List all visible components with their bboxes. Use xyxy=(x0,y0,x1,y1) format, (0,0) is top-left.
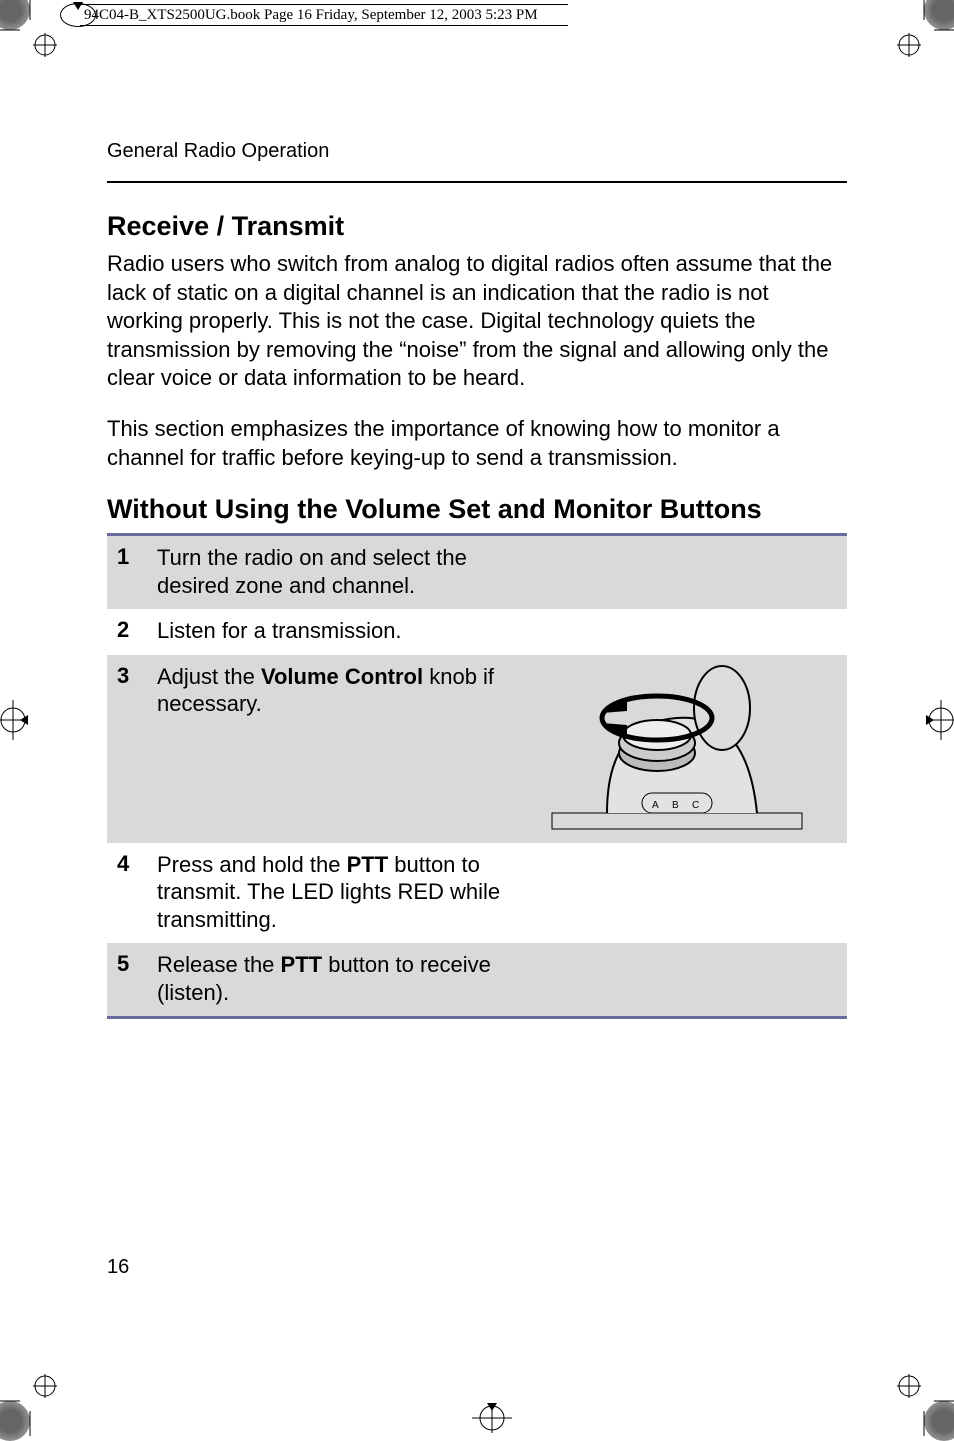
step-number: 2 xyxy=(117,617,157,645)
step-row: 1 Turn the radio on and select the desir… xyxy=(107,536,847,609)
crop-mark-icon xyxy=(0,1366,65,1436)
body-paragraph: This section emphasizes the importance o… xyxy=(107,415,847,472)
page-number: 16 xyxy=(107,1256,129,1279)
side-crop-icon xyxy=(0,690,28,750)
svg-text:B: B xyxy=(672,800,679,811)
step-text: Turn the radio on and select the desired… xyxy=(157,544,537,599)
steps-table: 1 Turn the radio on and select the desir… xyxy=(107,533,847,1019)
step-text: Release the PTT button to receive (liste… xyxy=(157,951,537,1006)
step-row: 5 Release the PTT button to receive (lis… xyxy=(107,943,847,1016)
step-number: 4 xyxy=(117,851,157,934)
svg-text:C: C xyxy=(692,800,699,811)
step-text: Listen for a transmission. xyxy=(157,617,537,645)
svg-text:A: A xyxy=(652,800,659,811)
section-title-without-using: Without Using the Volume Set and Monitor… xyxy=(107,494,847,525)
step-number: 3 xyxy=(117,663,157,833)
step-text: Press and hold the PTT button to transmi… xyxy=(157,851,537,934)
step-number: 5 xyxy=(117,951,157,1006)
side-crop-icon xyxy=(926,690,954,750)
bottom-crop-icon xyxy=(462,1403,522,1433)
divider xyxy=(107,181,847,183)
volume-knob-illustration: A B C xyxy=(537,663,817,833)
section-title-receive-transmit: Receive / Transmit xyxy=(107,211,847,242)
print-header-text: 94C04-B_XTS2500UG.book Page 16 Friday, S… xyxy=(80,4,568,26)
page-content: General Radio Operation Receive / Transm… xyxy=(107,140,847,1019)
running-head: General Radio Operation xyxy=(107,140,847,163)
crop-mark-icon xyxy=(889,1366,954,1436)
print-header: 94C04-B_XTS2500UG.book Page 16 Friday, S… xyxy=(0,0,954,30)
step-number: 1 xyxy=(117,544,157,599)
body-paragraph: Radio users who switch from analog to di… xyxy=(107,250,847,393)
step-row: 3 Adjust the Volume Control knob if nece… xyxy=(107,655,847,843)
step-row: 4 Press and hold the PTT button to trans… xyxy=(107,843,847,944)
step-row: 2 Listen for a transmission. xyxy=(107,609,847,655)
step-text: Adjust the Volume Control knob if necess… xyxy=(157,663,537,833)
